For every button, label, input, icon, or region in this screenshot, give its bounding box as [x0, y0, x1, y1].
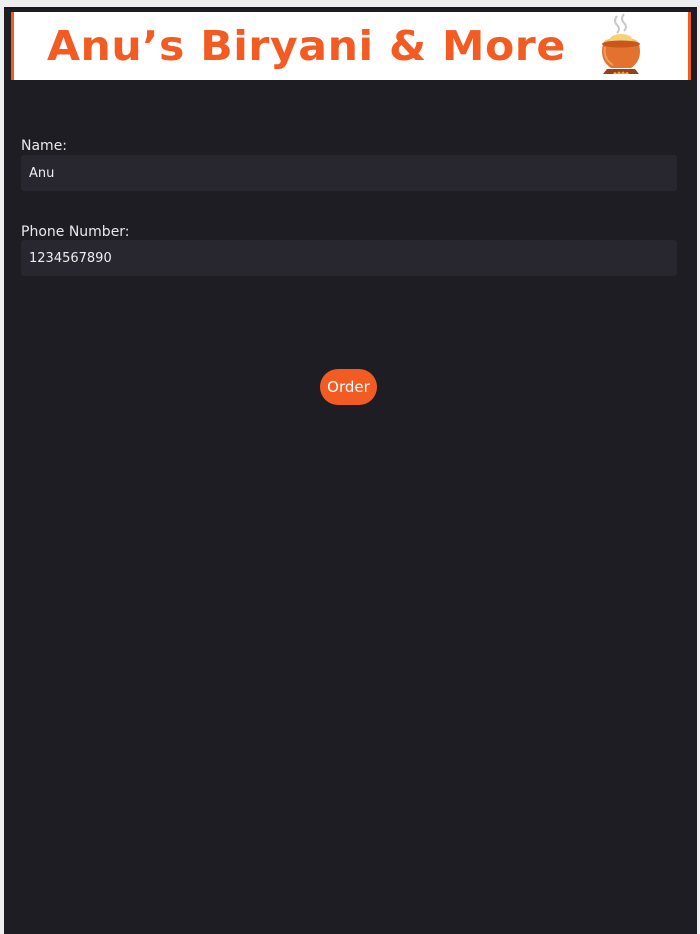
order-button[interactable]: Order — [320, 369, 377, 405]
name-label: Name: — [21, 138, 68, 154]
app-window: Anu’s Biryani & More Name: Phone Number:… — [4, 7, 697, 934]
phone-input[interactable] — [21, 240, 677, 276]
phone-label: Phone Number: — [21, 224, 130, 240]
clay-pot-icon — [602, 13, 640, 74]
header-banner: Anu’s Biryani & More — [11, 12, 691, 80]
name-input[interactable] — [21, 155, 677, 191]
banner-title: Anu’s Biryani & More — [47, 22, 566, 70]
